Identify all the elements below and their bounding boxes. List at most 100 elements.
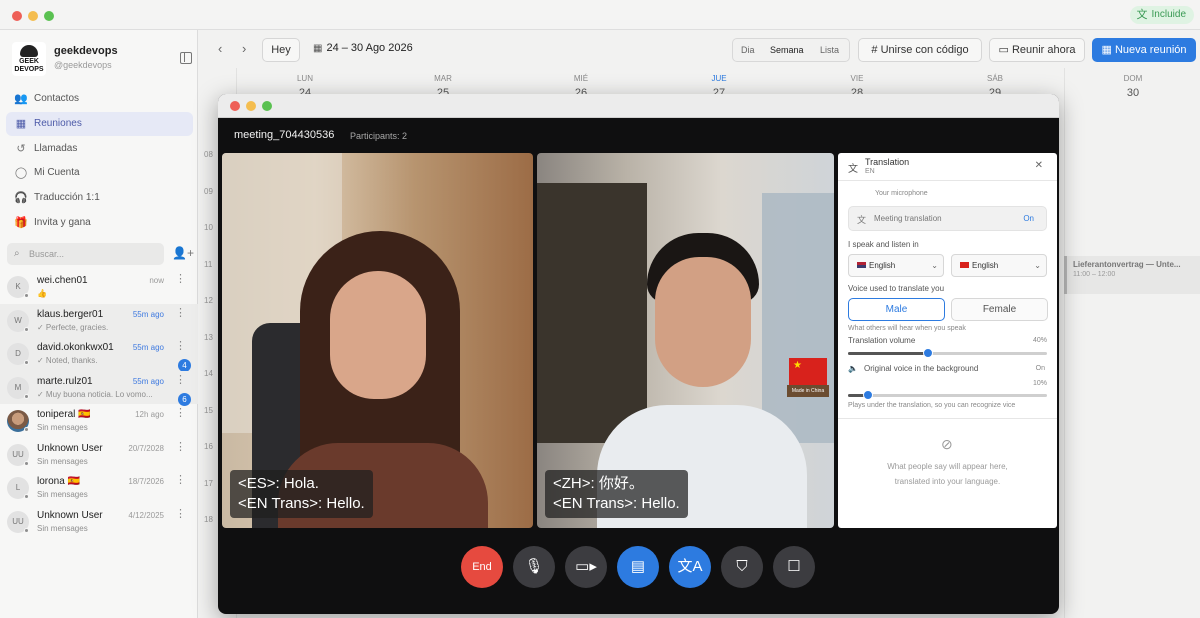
slider-handle[interactable] bbox=[922, 348, 933, 358]
next-week-icon[interactable]: › bbox=[242, 41, 246, 56]
calendar-event[interactable]: Lieferantonvertrag — Unte... 11:00 – 12:… bbox=[1064, 256, 1200, 294]
view-week[interactable]: Semana bbox=[770, 45, 804, 55]
new-meeting-button[interactable]: ▦ Nueva reunión bbox=[1092, 38, 1196, 62]
more-icon[interactable]: ⋮ bbox=[175, 508, 186, 519]
chat-preview: Sin mensages bbox=[37, 490, 88, 499]
chat-name: david.okonkwx01 bbox=[37, 342, 114, 353]
chat-preview: 👍 bbox=[37, 289, 47, 298]
translation-panel-header: 文 Translation EN ✕ bbox=[838, 153, 1057, 181]
sidebar-item-invita[interactable]: 🎁 Invita y gana bbox=[6, 211, 193, 235]
minimize-window-button[interactable] bbox=[246, 101, 256, 111]
new-meeting-label: Nueva reunión bbox=[1114, 44, 1187, 56]
search-input[interactable]: ⌕ Buscar... bbox=[7, 243, 164, 265]
calendar-plus-icon: ▦ bbox=[1101, 44, 1112, 56]
add-contact-icon[interactable]: 👤+ bbox=[172, 246, 194, 260]
call-history-icon: ↺ bbox=[16, 142, 26, 155]
speak-language-select[interactable]: English ⌄ bbox=[848, 254, 944, 277]
chat-name: marte.rulz01 bbox=[37, 375, 93, 387]
voice-female-button[interactable]: Female bbox=[951, 298, 1048, 321]
participant-face bbox=[655, 257, 751, 387]
translation-volume-label: Translation volume bbox=[848, 336, 916, 345]
list-item[interactable]: L lorona 🇪🇸 Sin mensages 18/7/2026 ⋮ bbox=[0, 471, 198, 505]
voice-note: What others will hear when you speak bbox=[848, 325, 966, 332]
more-icon[interactable]: ⋮ bbox=[175, 307, 186, 318]
slider-handle[interactable] bbox=[862, 390, 873, 400]
maximize-window-button[interactable] bbox=[262, 101, 272, 111]
maximize-window-button[interactable] bbox=[44, 11, 54, 21]
sidebar-collapse-icon[interactable] bbox=[180, 52, 192, 64]
more-icon[interactable]: ⋮ bbox=[175, 475, 186, 486]
gift-icon: 🎁 bbox=[14, 216, 28, 229]
meet-now-button[interactable]: ▭ Reunir ahora bbox=[989, 38, 1085, 62]
sidebar-item-llamadas[interactable]: ↺ Llamadas bbox=[6, 137, 193, 161]
today-button[interactable]: Hey bbox=[262, 38, 300, 62]
video-icon: ▭▸ bbox=[575, 558, 597, 575]
more-icon[interactable]: ⋮ bbox=[175, 274, 186, 285]
translation-panel: 文 Translation EN ✕ Your microphone 文 Mee… bbox=[838, 153, 1057, 528]
date-range: ▦ 24 – 30 Ago 2026 bbox=[313, 42, 413, 54]
hour-label: 10 bbox=[204, 223, 213, 232]
end-call-button[interactable]: End bbox=[461, 546, 503, 588]
previous-week-icon[interactable]: ‹ bbox=[218, 41, 222, 56]
day-header-sun[interactable]: DOM 30 bbox=[1064, 68, 1200, 99]
join-with-code-button[interactable]: # Unirse con código bbox=[858, 38, 982, 62]
camera-button[interactable]: ▭▸ bbox=[565, 546, 607, 588]
sidebar-item-traduccion[interactable]: 🎧 Traducción 1:1 bbox=[6, 186, 193, 210]
hour-label: 12 bbox=[204, 296, 213, 305]
toggle-label: Meeting translation bbox=[874, 214, 942, 223]
sidebar-item-contactos[interactable]: 👥 Contactos bbox=[6, 87, 193, 111]
chat-button[interactable]: ☐ bbox=[773, 546, 815, 588]
translation-volume-slider[interactable] bbox=[848, 348, 1047, 358]
voice-male-button[interactable]: Male bbox=[848, 298, 945, 321]
view-day[interactable]: Dia bbox=[741, 45, 755, 55]
sidebar-item-mi-cuenta[interactable]: ◯ Mi Cuenta bbox=[6, 161, 193, 185]
captions-button[interactable]: ▤ bbox=[617, 546, 659, 588]
view-list[interactable]: Lista bbox=[820, 45, 839, 55]
more-icon[interactable]: ⋮ bbox=[175, 408, 186, 419]
security-button[interactable]: ⛉ bbox=[721, 546, 763, 588]
shield-icon: ⛉ bbox=[736, 558, 748, 575]
list-item[interactable]: D david.okonkwx01 ✓ Noted, thanks. 55m a… bbox=[0, 337, 198, 372]
contacts-icon: 👥 bbox=[14, 93, 28, 105]
chat-time: 12h ago bbox=[135, 410, 164, 419]
date-range-label: 24 – 30 Ago 2026 bbox=[326, 42, 413, 54]
list-item[interactable]: UU Unknown User Sin mensages 20/7/2028 ⋮ bbox=[0, 438, 198, 472]
chat-preview: ✓ Muy buona noticia. Lo vomo... bbox=[37, 389, 153, 399]
listen-language-select[interactable]: English ⌄ bbox=[951, 254, 1047, 277]
more-icon[interactable]: ⋮ bbox=[175, 374, 186, 385]
original-voice-slider[interactable] bbox=[848, 390, 1047, 400]
us-flag-icon bbox=[857, 262, 866, 268]
list-item[interactable]: W klaus.berger01 ✓ Perfecte, gracies. 55… bbox=[0, 303, 198, 337]
calendar-toolbar: ‹ › Hey ▦ 24 – 30 Ago 2026 Dia Semana Lis… bbox=[198, 30, 1200, 68]
meeting-translation-toggle[interactable]: 文 Meeting translation On bbox=[848, 206, 1047, 231]
close-window-button[interactable] bbox=[230, 101, 240, 111]
avatar: UU bbox=[7, 443, 29, 466]
sidebar-item-label: Mi Cuenta bbox=[34, 167, 80, 179]
bookshelf bbox=[537, 183, 647, 443]
list-item[interactable]: UU Unknown User Sin mensages 4/12/2025 ⋮ bbox=[0, 505, 198, 539]
participant-video-tile[interactable]: ★ Made in China <ZH>: 你好。 <EN Trans>: He… bbox=[537, 153, 834, 528]
original-voice-state[interactable]: On bbox=[1036, 365, 1045, 372]
microphone-button[interactable]: 🎙 bbox=[513, 546, 555, 588]
minimize-window-button[interactable] bbox=[28, 11, 38, 21]
list-item[interactable]: M marte.rulz01 ✓ Muy buona noticia. Lo v… bbox=[0, 370, 198, 406]
participant-video-tile[interactable]: <ES>: Hola. <EN Trans>: Hello. bbox=[222, 153, 533, 528]
toggle-state: On bbox=[1023, 214, 1034, 223]
avatar: UU bbox=[7, 510, 29, 533]
close-window-button[interactable] bbox=[12, 11, 22, 21]
profile-name: geekdevops bbox=[54, 45, 118, 57]
chat-list: K wei.chen01 👍 now ⋮ W klaus.berger01 ✓ … bbox=[0, 270, 198, 538]
list-item[interactable]: K wei.chen01 👍 now ⋮ bbox=[0, 270, 198, 304]
caption-box: <ES>: Hola. <EN Trans>: Hello. bbox=[230, 470, 373, 518]
list-item[interactable]: toniperal 🇪🇸 Sin mensages 12h ago ⋮ bbox=[0, 404, 198, 438]
more-icon[interactable]: ⋮ bbox=[175, 441, 186, 452]
avatar: M bbox=[7, 376, 29, 399]
translation-button[interactable]: 文A bbox=[669, 546, 711, 588]
avatar: K bbox=[7, 276, 29, 298]
included-badge[interactable]: 文 Incluide bbox=[1129, 6, 1194, 24]
sidebar-item-reuniones[interactable]: ▦ Reuniones bbox=[6, 111, 193, 136]
close-icon[interactable]: ✕ bbox=[1035, 160, 1043, 171]
profile-handle: @geekdevops bbox=[54, 60, 112, 70]
chat-time: 55m ago bbox=[132, 343, 164, 352]
more-icon[interactable]: ⋮ bbox=[175, 341, 186, 352]
